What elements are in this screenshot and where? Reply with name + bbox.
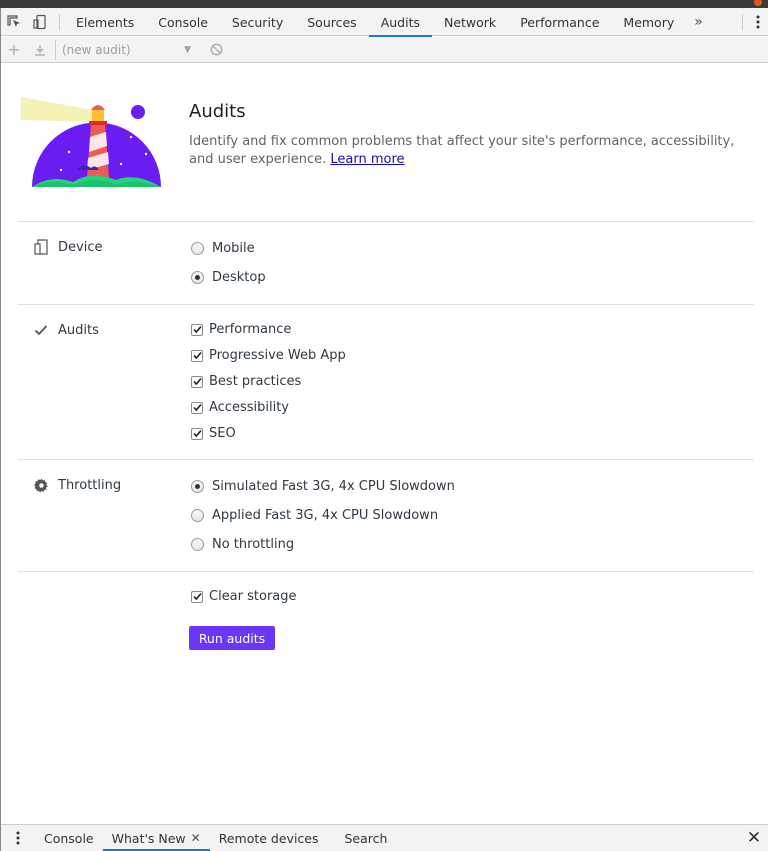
best-practices-label: Best practices: [209, 374, 302, 389]
applied-throttling-label: Applied Fast 3G, 4x CPU Slowdown: [212, 508, 439, 523]
audit-option-pwa[interactable]: Progressive Web App: [191, 348, 346, 363]
performance-checkbox[interactable]: [191, 323, 203, 336]
window-close-dot[interactable]: [754, 0, 762, 6]
device-label: Device: [58, 239, 103, 255]
tab-console[interactable]: Console: [146, 8, 220, 36]
tab-elements[interactable]: Elements: [64, 8, 146, 36]
performance-label: Performance: [209, 322, 292, 337]
device-toolbar-icon[interactable]: [27, 8, 53, 36]
audits-toolbar: + (new audit) ▼: [1, 37, 768, 63]
section-divider: [18, 304, 754, 305]
drawer-tab-remote-devices-label: Remote devices: [218, 830, 319, 846]
simulated-throttling-label: Simulated Fast 3G, 4x CPU Slowdown: [212, 479, 455, 494]
desktop-label: Desktop: [212, 270, 266, 285]
drawer-tab-console-label: Console: [44, 830, 94, 846]
clear-all-icon[interactable]: [203, 37, 229, 63]
drawer-tab-bar: Console What's New ✕ Remote devices Sear…: [1, 824, 768, 851]
window-title-strip: [0, 0, 768, 8]
drawer-tab-whats-new[interactable]: What's New ✕: [102, 825, 210, 851]
audits-title: Audits: [189, 101, 246, 122]
drawer-tab-remote-devices[interactable]: Remote devices: [210, 825, 328, 851]
section-divider: [18, 459, 754, 460]
drawer-tab-search-label: Search: [344, 830, 388, 846]
seo-label: SEO: [209, 426, 236, 441]
section-divider: [18, 221, 754, 222]
no-throttling-radio[interactable]: [191, 538, 204, 551]
tab-memory[interactable]: Memory: [611, 8, 686, 36]
tab-performance[interactable]: Performance: [508, 8, 611, 36]
clear-storage-label: Clear storage: [209, 589, 297, 604]
applied-throttling-radio[interactable]: [191, 509, 204, 522]
devtools-panel: Elements Console Security Sources Audits…: [0, 8, 768, 851]
more-tabs-chevron-icon[interactable]: »: [686, 8, 711, 36]
audit-option-accessibility[interactable]: Accessibility: [191, 400, 289, 415]
pwa-checkbox[interactable]: [191, 349, 203, 362]
select-caret-icon: ▼: [184, 44, 191, 55]
throttling-option-simulated[interactable]: Simulated Fast 3G, 4x CPU Slowdown: [191, 479, 455, 494]
learn-more-link[interactable]: Learn more: [330, 152, 404, 167]
tab-network[interactable]: Network: [432, 8, 508, 36]
drawer-tab-search[interactable]: Search: [336, 825, 397, 851]
no-throttling-label: No throttling: [212, 537, 295, 552]
device-section-label: Device: [33, 239, 102, 255]
pwa-label: Progressive Web App: [209, 348, 346, 363]
gear-icon: [33, 477, 49, 493]
inspect-element-icon[interactable]: [1, 8, 27, 36]
device-icon: [33, 239, 49, 255]
throttling-option-applied[interactable]: Applied Fast 3G, 4x CPU Slowdown: [191, 508, 438, 523]
new-audit-plus-icon[interactable]: +: [1, 37, 27, 63]
audit-report-select[interactable]: (new audit) ▼: [55, 39, 195, 60]
throttling-option-none[interactable]: No throttling: [191, 537, 294, 552]
desktop-radio[interactable]: [191, 271, 204, 284]
tab-sources[interactable]: Sources: [295, 8, 368, 36]
customize-menu-icon[interactable]: [747, 8, 768, 36]
tab-audits[interactable]: Audits: [368, 8, 433, 37]
simulated-throttling-radio[interactable]: [191, 480, 204, 493]
best-practices-checkbox[interactable]: [191, 375, 203, 388]
tabbar-separator: [59, 13, 60, 30]
accessibility-checkbox[interactable]: [191, 401, 203, 414]
audits-category-label: Audits: [58, 322, 99, 338]
mobile-radio[interactable]: [191, 242, 204, 255]
clear-storage-option[interactable]: Clear storage: [191, 589, 297, 604]
run-audits-button[interactable]: Run audits: [189, 626, 275, 650]
audits-start-view: Audits Identify and fix common problems …: [1, 64, 768, 824]
device-option-mobile[interactable]: Mobile: [191, 241, 255, 256]
section-divider: [18, 571, 754, 572]
audit-report-select-value: (new audit): [62, 42, 131, 57]
throttling-label: Throttling: [58, 477, 122, 493]
checkmark-icon: [33, 322, 49, 338]
drawer-tab-console[interactable]: Console: [35, 825, 103, 851]
drawer-menu-icon[interactable]: [1, 825, 35, 851]
audit-option-seo[interactable]: SEO: [191, 426, 236, 441]
close-tab-icon[interactable]: ✕: [191, 831, 201, 845]
clear-storage-checkbox[interactable]: [191, 590, 203, 603]
audits-section-label: Audits: [33, 322, 99, 338]
mobile-label: Mobile: [212, 241, 255, 256]
audit-option-best-practices[interactable]: Best practices: [191, 374, 301, 389]
accessibility-label: Accessibility: [209, 400, 289, 415]
close-drawer-icon[interactable]: ✕: [739, 825, 768, 851]
audits-description-text: Identify and fix common problems that af…: [189, 134, 735, 167]
seo-checkbox[interactable]: [191, 427, 203, 440]
throttling-section-label: Throttling: [33, 477, 121, 493]
tabbar-separator-right: [742, 13, 743, 30]
download-report-icon[interactable]: [27, 37, 53, 63]
drawer-tab-whats-new-label: What's New: [111, 830, 186, 846]
audit-option-performance[interactable]: Performance: [191, 322, 291, 337]
device-option-desktop[interactable]: Desktop: [191, 270, 266, 285]
devtools-tab-bar: Elements Console Security Sources Audits…: [1, 8, 768, 37]
lighthouse-logo-icon: [21, 97, 161, 187]
audits-description: Identify and fix common problems that af…: [189, 133, 749, 169]
tab-security[interactable]: Security: [220, 8, 295, 36]
